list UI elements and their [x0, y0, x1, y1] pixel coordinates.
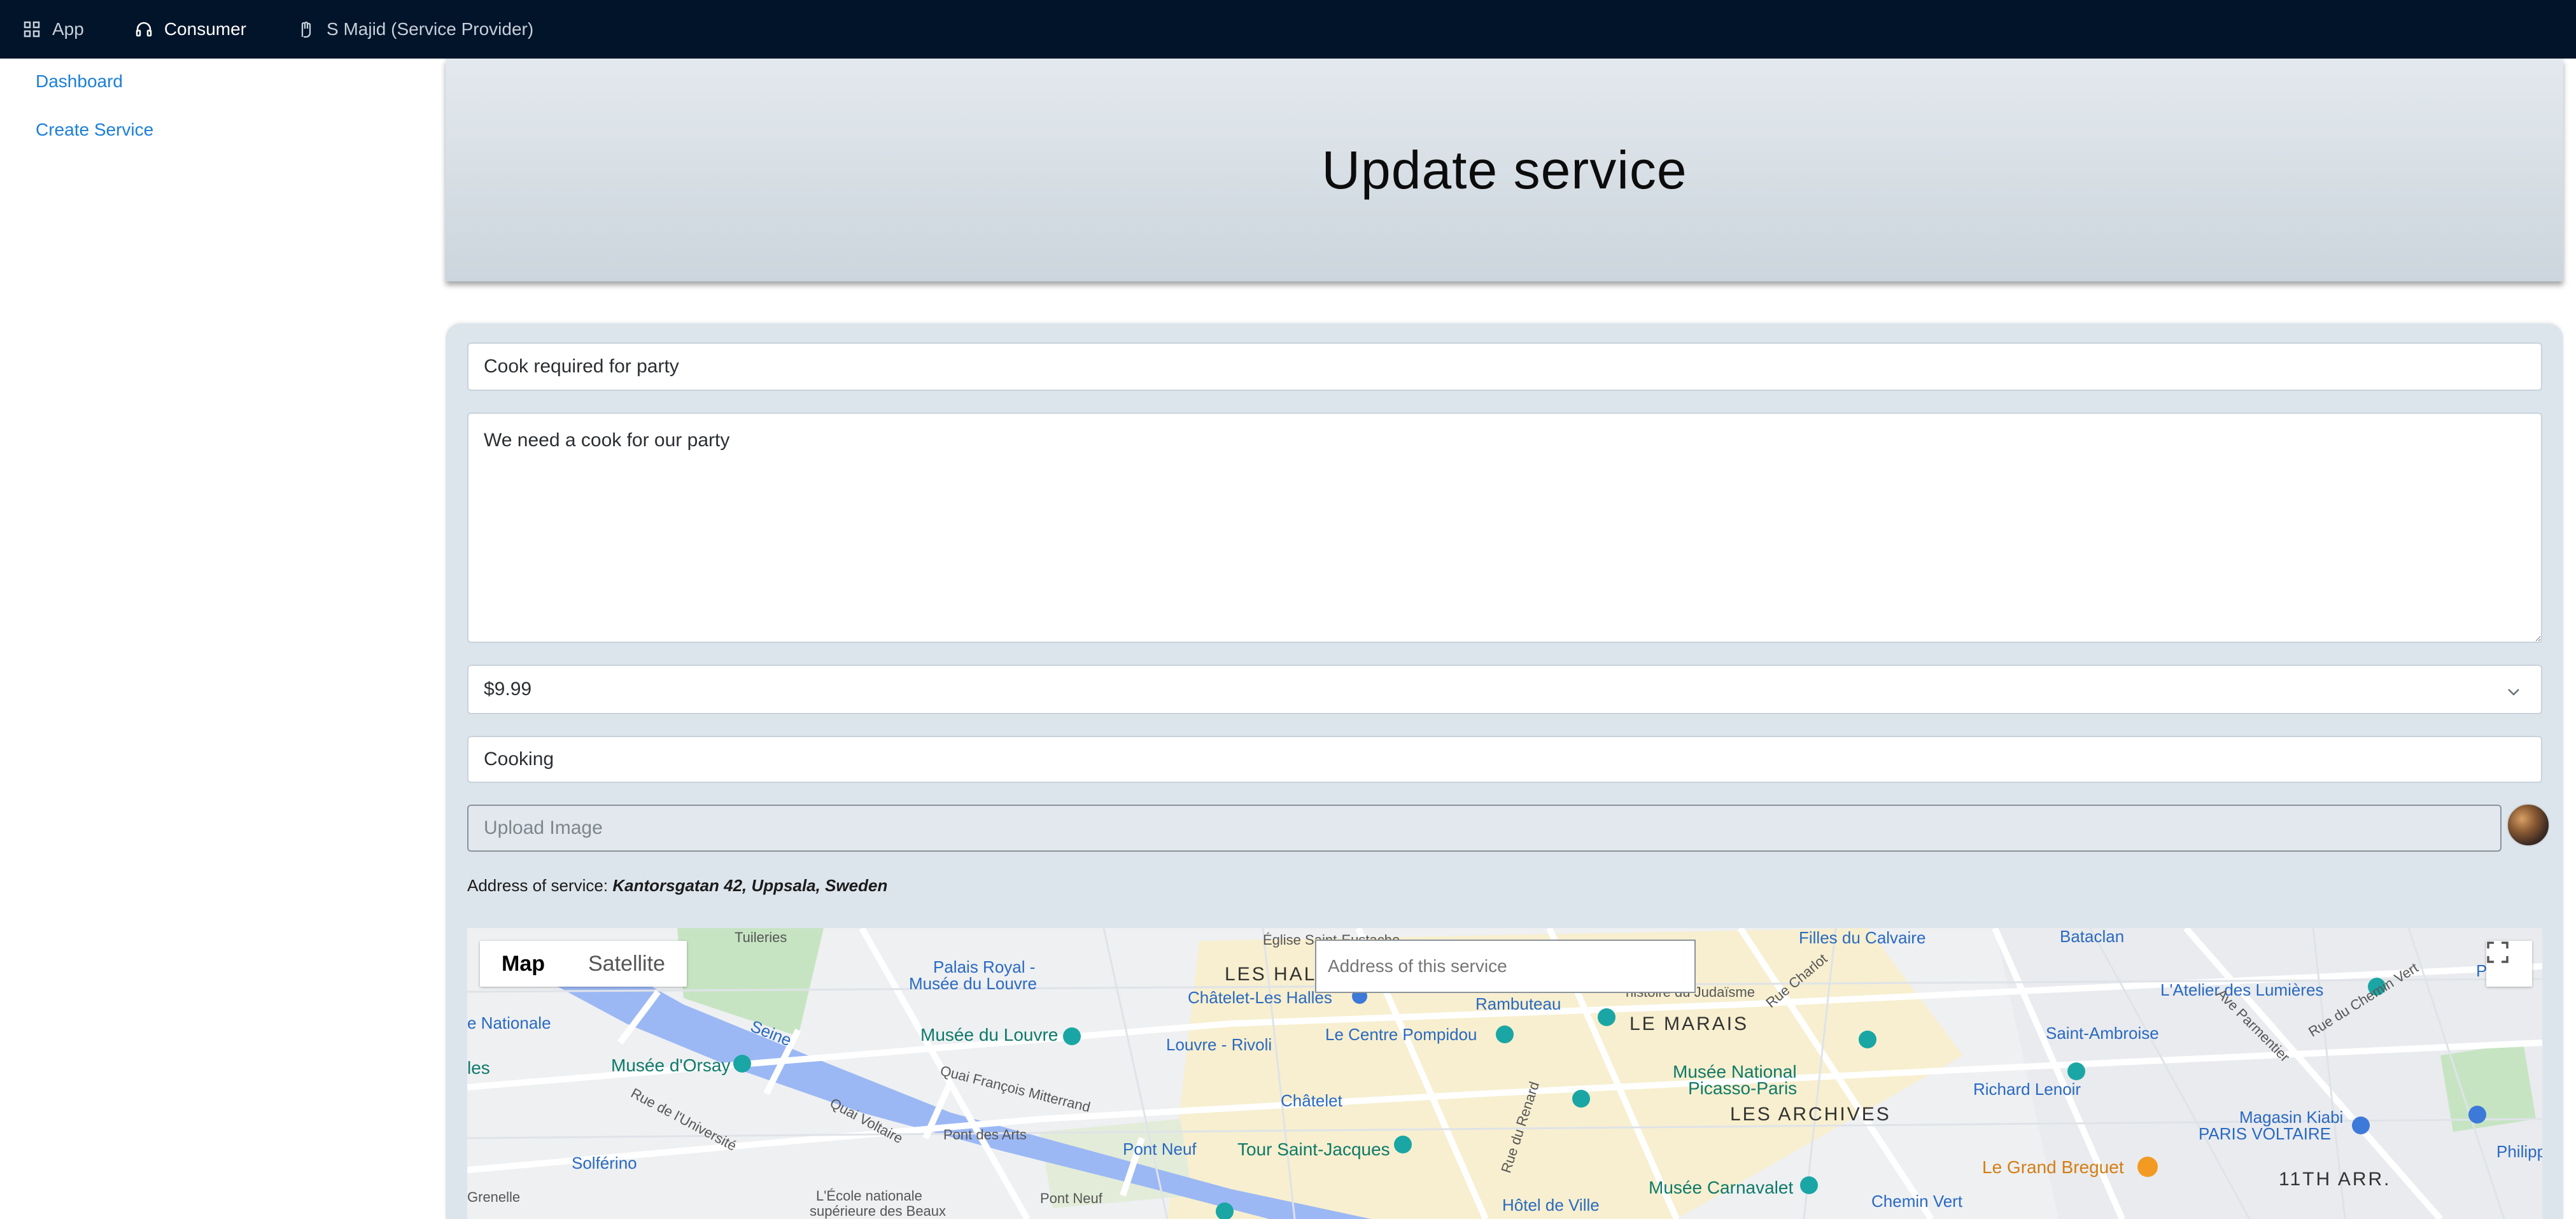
page-title: Update service	[1321, 139, 1687, 200]
map-label: Châtelet-Les Halles	[1188, 988, 1332, 1007]
nav-consumer[interactable]: Consumer	[135, 0, 246, 59]
map-label: L'École nationale	[816, 1188, 922, 1204]
satellite-tab[interactable]: Satellite	[567, 941, 687, 987]
map-label: L'Atelier des Lumières	[2160, 980, 2324, 999]
map-label: LES ARCHIVES	[1730, 1104, 1891, 1125]
address-label: Address of service:	[467, 876, 609, 895]
map-label: les	[467, 1058, 490, 1078]
top-navbar: App Consumer S Majid (Service Provider)	[0, 0, 2576, 59]
category-input[interactable]	[467, 736, 2542, 783]
map-label: Musée Carnavalet	[1649, 1178, 1794, 1197]
address-value: Kantorsgatan 42, Uppsala, Sweden	[612, 876, 888, 895]
grid-icon	[23, 20, 41, 38]
service-image-thumbnail	[2507, 803, 2550, 847]
chevron-down-icon	[2507, 682, 2521, 696]
headset-icon	[135, 20, 153, 38]
fullscreen-button[interactable]	[2486, 941, 2532, 987]
price-select[interactable]: $9.99	[467, 665, 2542, 714]
map-label: Picasso-Paris	[1688, 1078, 1798, 1098]
map-label: Tuileries	[735, 929, 787, 945]
service-title-input[interactable]	[467, 342, 2542, 391]
map-label: Pont Neuf	[1040, 1190, 1102, 1206]
service-address: Address of service: Kantorsgatan 42, Upp…	[467, 876, 887, 896]
map-label: Chemin Vert	[1871, 1192, 1963, 1211]
nav-app-label: App	[52, 19, 84, 39]
map-view[interactable]: Tuileries Palais Royal - Musée du Louvre…	[467, 928, 2542, 1219]
map-label: Richard Lenoir	[1973, 1080, 2081, 1099]
map-label: PARIS VOLTAIRE	[2199, 1124, 2332, 1143]
map-label: Musée du Louvre	[909, 974, 1037, 993]
map-label: Grenelle	[467, 1189, 521, 1205]
map-label: Le Centre Pompidou	[1325, 1025, 1477, 1044]
nav-consumer-label: Consumer	[164, 19, 246, 39]
map-label: Filles du Calvaire	[1799, 928, 1926, 947]
map-label: LES HALL	[1225, 964, 1330, 985]
upload-image-field[interactable]: Upload Image	[467, 805, 2502, 852]
nav-provider[interactable]: S Majid (Service Provider)	[297, 0, 533, 59]
map-label: Rambuteau	[1475, 994, 1561, 1013]
service-description-textarea[interactable]: We need a cook for our party	[467, 412, 2542, 643]
map-label: Le Grand Breguet	[1982, 1157, 2124, 1177]
map-label: Tour Saint-Jacques	[1237, 1139, 1390, 1159]
map-label: Philippe	[2496, 1142, 2542, 1161]
map-label: supérieure des Beaux	[810, 1203, 947, 1219]
map-label: Châtelet	[1281, 1091, 1342, 1110]
map-label: LE MARAIS	[1629, 1013, 1749, 1034]
page-header: Update service	[446, 59, 2563, 281]
map-address-search-input[interactable]	[1315, 940, 1696, 993]
sidebar-item-create-service[interactable]: Create Service	[36, 120, 153, 140]
nav-provider-label: S Majid (Service Provider)	[327, 19, 534, 39]
map-label: 11TH ARR.	[2279, 1169, 2391, 1190]
upload-image-placeholder: Upload Image	[484, 817, 603, 838]
map-label: Musée du Louvre	[920, 1025, 1059, 1045]
map-type-toggle: Map Satellite	[480, 941, 687, 987]
update-service-form: We need a cook for our party $9.99 Uploa…	[446, 323, 2563, 1219]
map-label: Bataclan	[2060, 928, 2125, 946]
map-label: Hôtel de Ville	[1502, 1195, 1600, 1215]
map-label: Saint-Ambroise	[2046, 1024, 2159, 1043]
map-label: Solférino	[572, 1153, 637, 1173]
map-label: e Nationale	[467, 1013, 551, 1032]
sidebar: Dashboard Create Service	[0, 59, 446, 1219]
map-label: Louvre - Rivoli	[1166, 1035, 1272, 1054]
hand-icon	[297, 20, 315, 38]
sidebar-item-dashboard[interactable]: Dashboard	[36, 71, 123, 92]
map-label: Pont Neuf	[1123, 1139, 1197, 1159]
map-tab[interactable]: Map	[480, 941, 567, 987]
map-label: Pont des Arts	[943, 1127, 1027, 1143]
price-selected-value: $9.99	[484, 679, 532, 700]
nav-app[interactable]: App	[23, 0, 84, 59]
map-label: Musée d'Orsay	[611, 1055, 731, 1075]
